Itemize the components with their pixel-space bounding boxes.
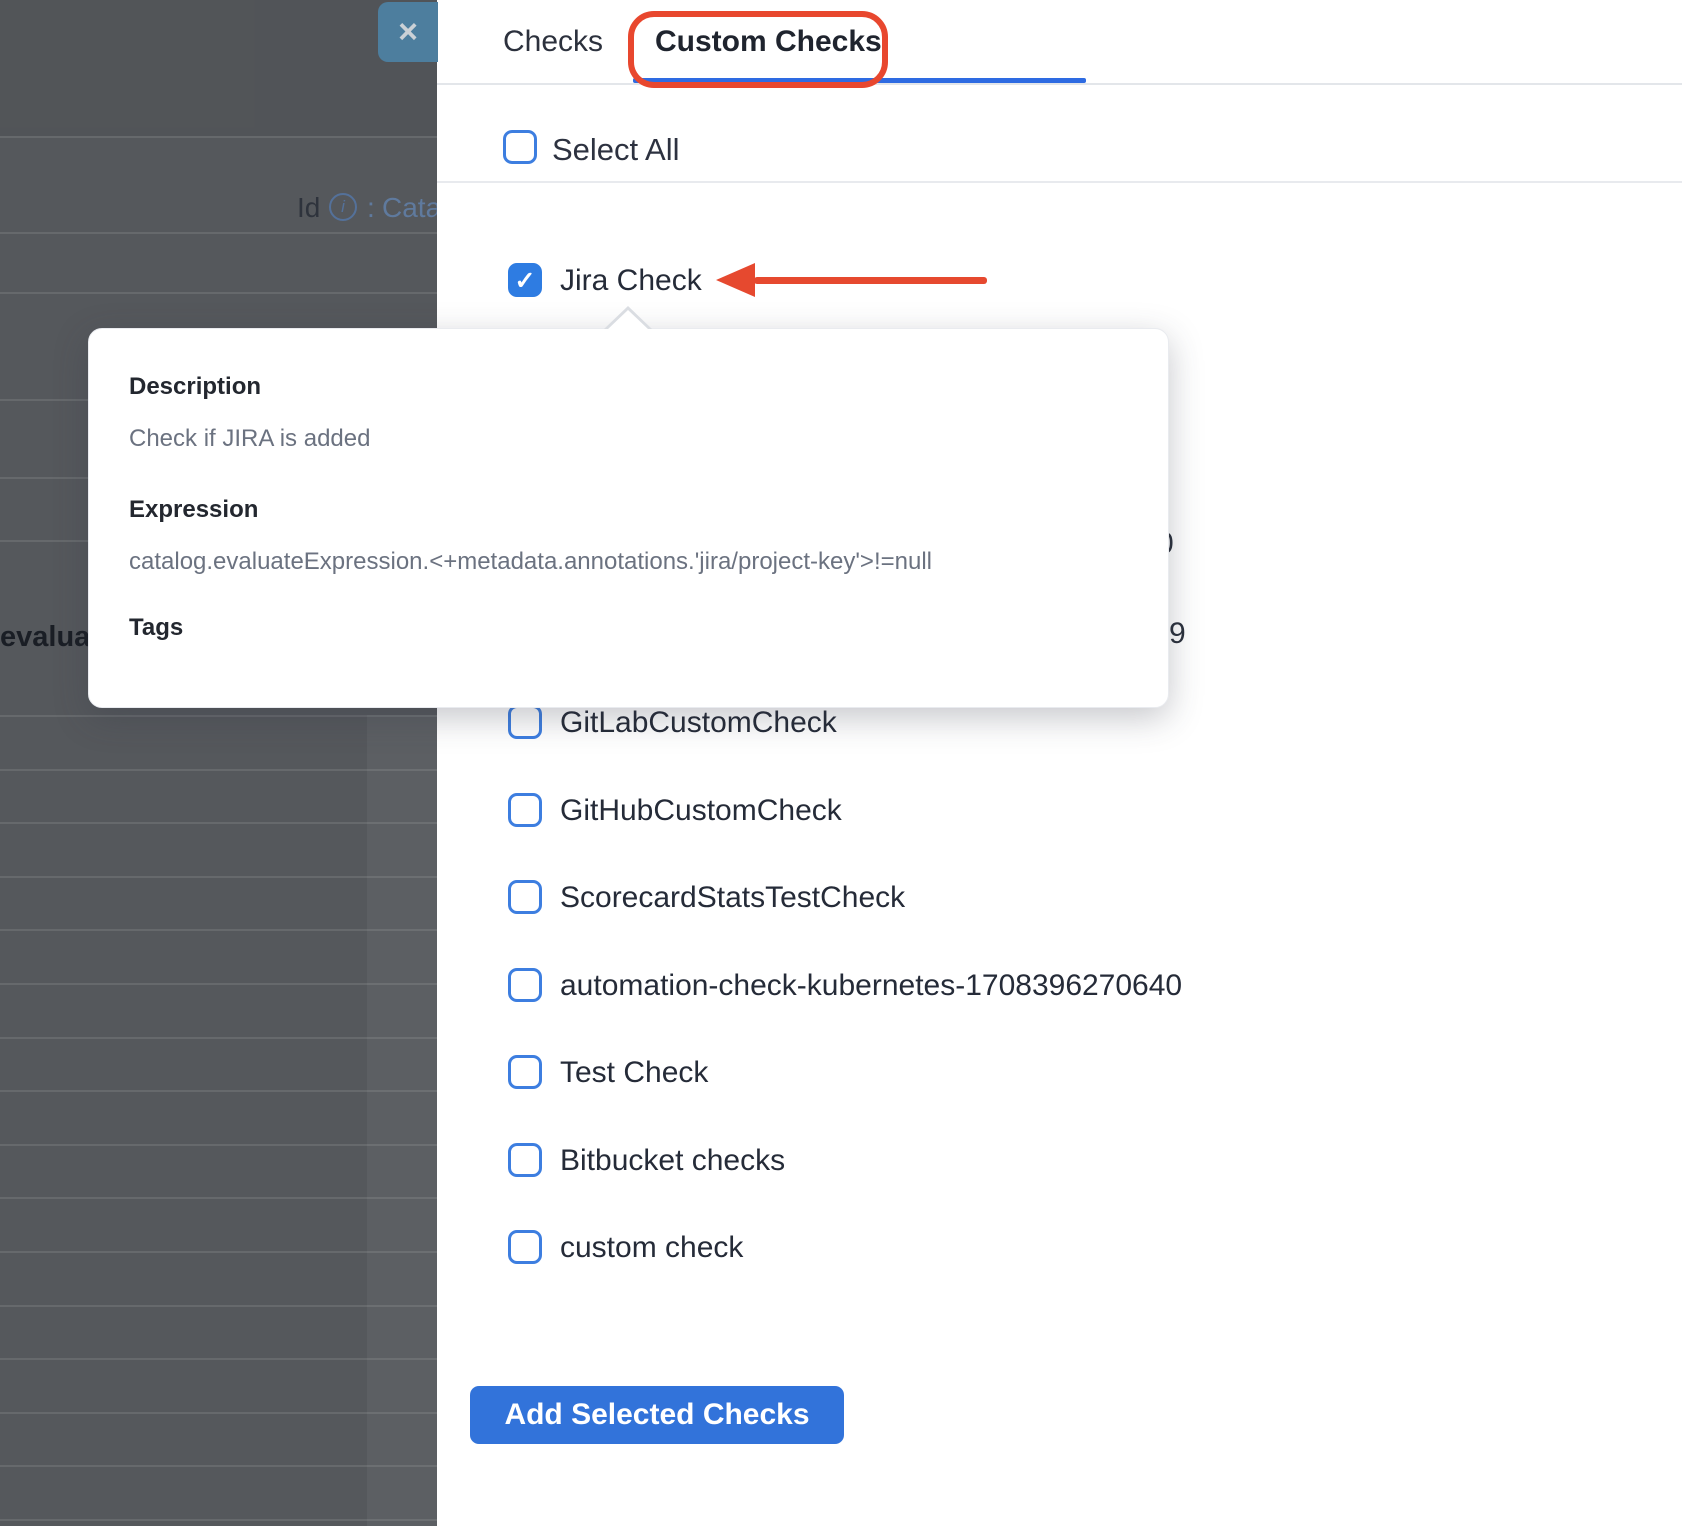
tooltip-expression-text: catalog.evaluateExpression.<+metadata.an… [129, 548, 932, 576]
check-label[interactable]: GitHubCustomCheck [560, 794, 842, 828]
header-divider [437, 181, 1682, 183]
table-row-line [0, 399, 88, 401]
check-label[interactable]: ScorecardStatsTestCheck [560, 881, 905, 915]
table-row-line [0, 769, 437, 771]
table-row-line [0, 822, 437, 824]
table-row-line [0, 1358, 437, 1360]
table-row-line [0, 929, 437, 931]
tooltip-caret-fill [607, 310, 649, 330]
tabbar-bottom-border [437, 83, 1682, 85]
check-checkbox[interactable] [508, 1143, 542, 1177]
table-row-line [0, 1251, 437, 1253]
check-label[interactable]: Jira Check [560, 264, 702, 298]
backdrop-table-cell-fragment: evaluat [0, 621, 100, 654]
check-checkbox[interactable] [508, 1230, 542, 1264]
info-icon: i [329, 193, 357, 221]
check-checkbox[interactable] [508, 1055, 542, 1089]
check-label[interactable]: Bitbucket checks [560, 1144, 785, 1178]
close-icon: × [398, 13, 418, 51]
table-row-line [0, 1465, 437, 1467]
tooltip-description-heading: Description [129, 373, 261, 401]
table-row-line [0, 1090, 437, 1092]
checks-drawer-panel: Checks Custom Checks Select All ✓ Jira Ch… [437, 0, 1682, 1526]
occluded-check-label-fragment: 9 [1169, 617, 1186, 651]
tooltip-tags-heading: Tags [129, 614, 183, 642]
check-checkbox[interactable] [508, 705, 542, 739]
table-header-value: Cata [382, 192, 437, 224]
table-row-line [0, 1037, 437, 1039]
table-row-line [0, 983, 437, 985]
tooltip-description-text: Check if JIRA is added [129, 425, 370, 453]
tab-custom-checks[interactable]: Custom Checks [655, 25, 882, 59]
backdrop-table-top-band [0, 0, 437, 136]
table-row-line [0, 1412, 437, 1414]
check-checkbox[interactable] [508, 968, 542, 1002]
check-label[interactable]: Test Check [560, 1056, 708, 1090]
table-row-line [0, 1305, 437, 1307]
table-row-line [0, 477, 88, 479]
table-row-line [0, 876, 437, 878]
close-drawer-button[interactable]: × [378, 2, 438, 62]
backdrop-table-header: Id i : Cata [0, 192, 437, 226]
check-checkbox[interactable] [508, 793, 542, 827]
dimmed-backdrop: Id i : Cata evaluat [0, 0, 437, 1526]
table-row-line [0, 232, 437, 234]
check-details-tooltip: Description Check if JIRA is added Expre… [88, 328, 1169, 708]
table-row-line [0, 292, 437, 294]
tooltip-expression-heading: Expression [129, 496, 258, 524]
add-selected-checks-button[interactable]: Add Selected Checks [470, 1386, 844, 1444]
table-header-separator: : [367, 192, 375, 224]
select-all-label[interactable]: Select All [552, 132, 680, 168]
table-row-line [0, 136, 437, 138]
check-checkbox[interactable]: ✓ [508, 263, 542, 297]
table-row-line [0, 715, 437, 717]
check-label[interactable]: automation-check-kubernetes-170839627064… [560, 969, 1182, 1003]
select-all-checkbox[interactable] [503, 130, 537, 164]
table-header-id-label: Id [297, 192, 320, 224]
table-row-line [0, 1144, 437, 1146]
backdrop-table-highlight-column [367, 715, 437, 1526]
tab-checks[interactable]: Checks [503, 25, 603, 59]
check-checkbox[interactable] [508, 880, 542, 914]
check-label[interactable]: GitLabCustomCheck [560, 706, 837, 740]
check-label[interactable]: custom check [560, 1231, 743, 1265]
table-row-line [0, 1519, 437, 1521]
table-row-line [0, 1197, 437, 1199]
table-row-line [0, 540, 88, 542]
